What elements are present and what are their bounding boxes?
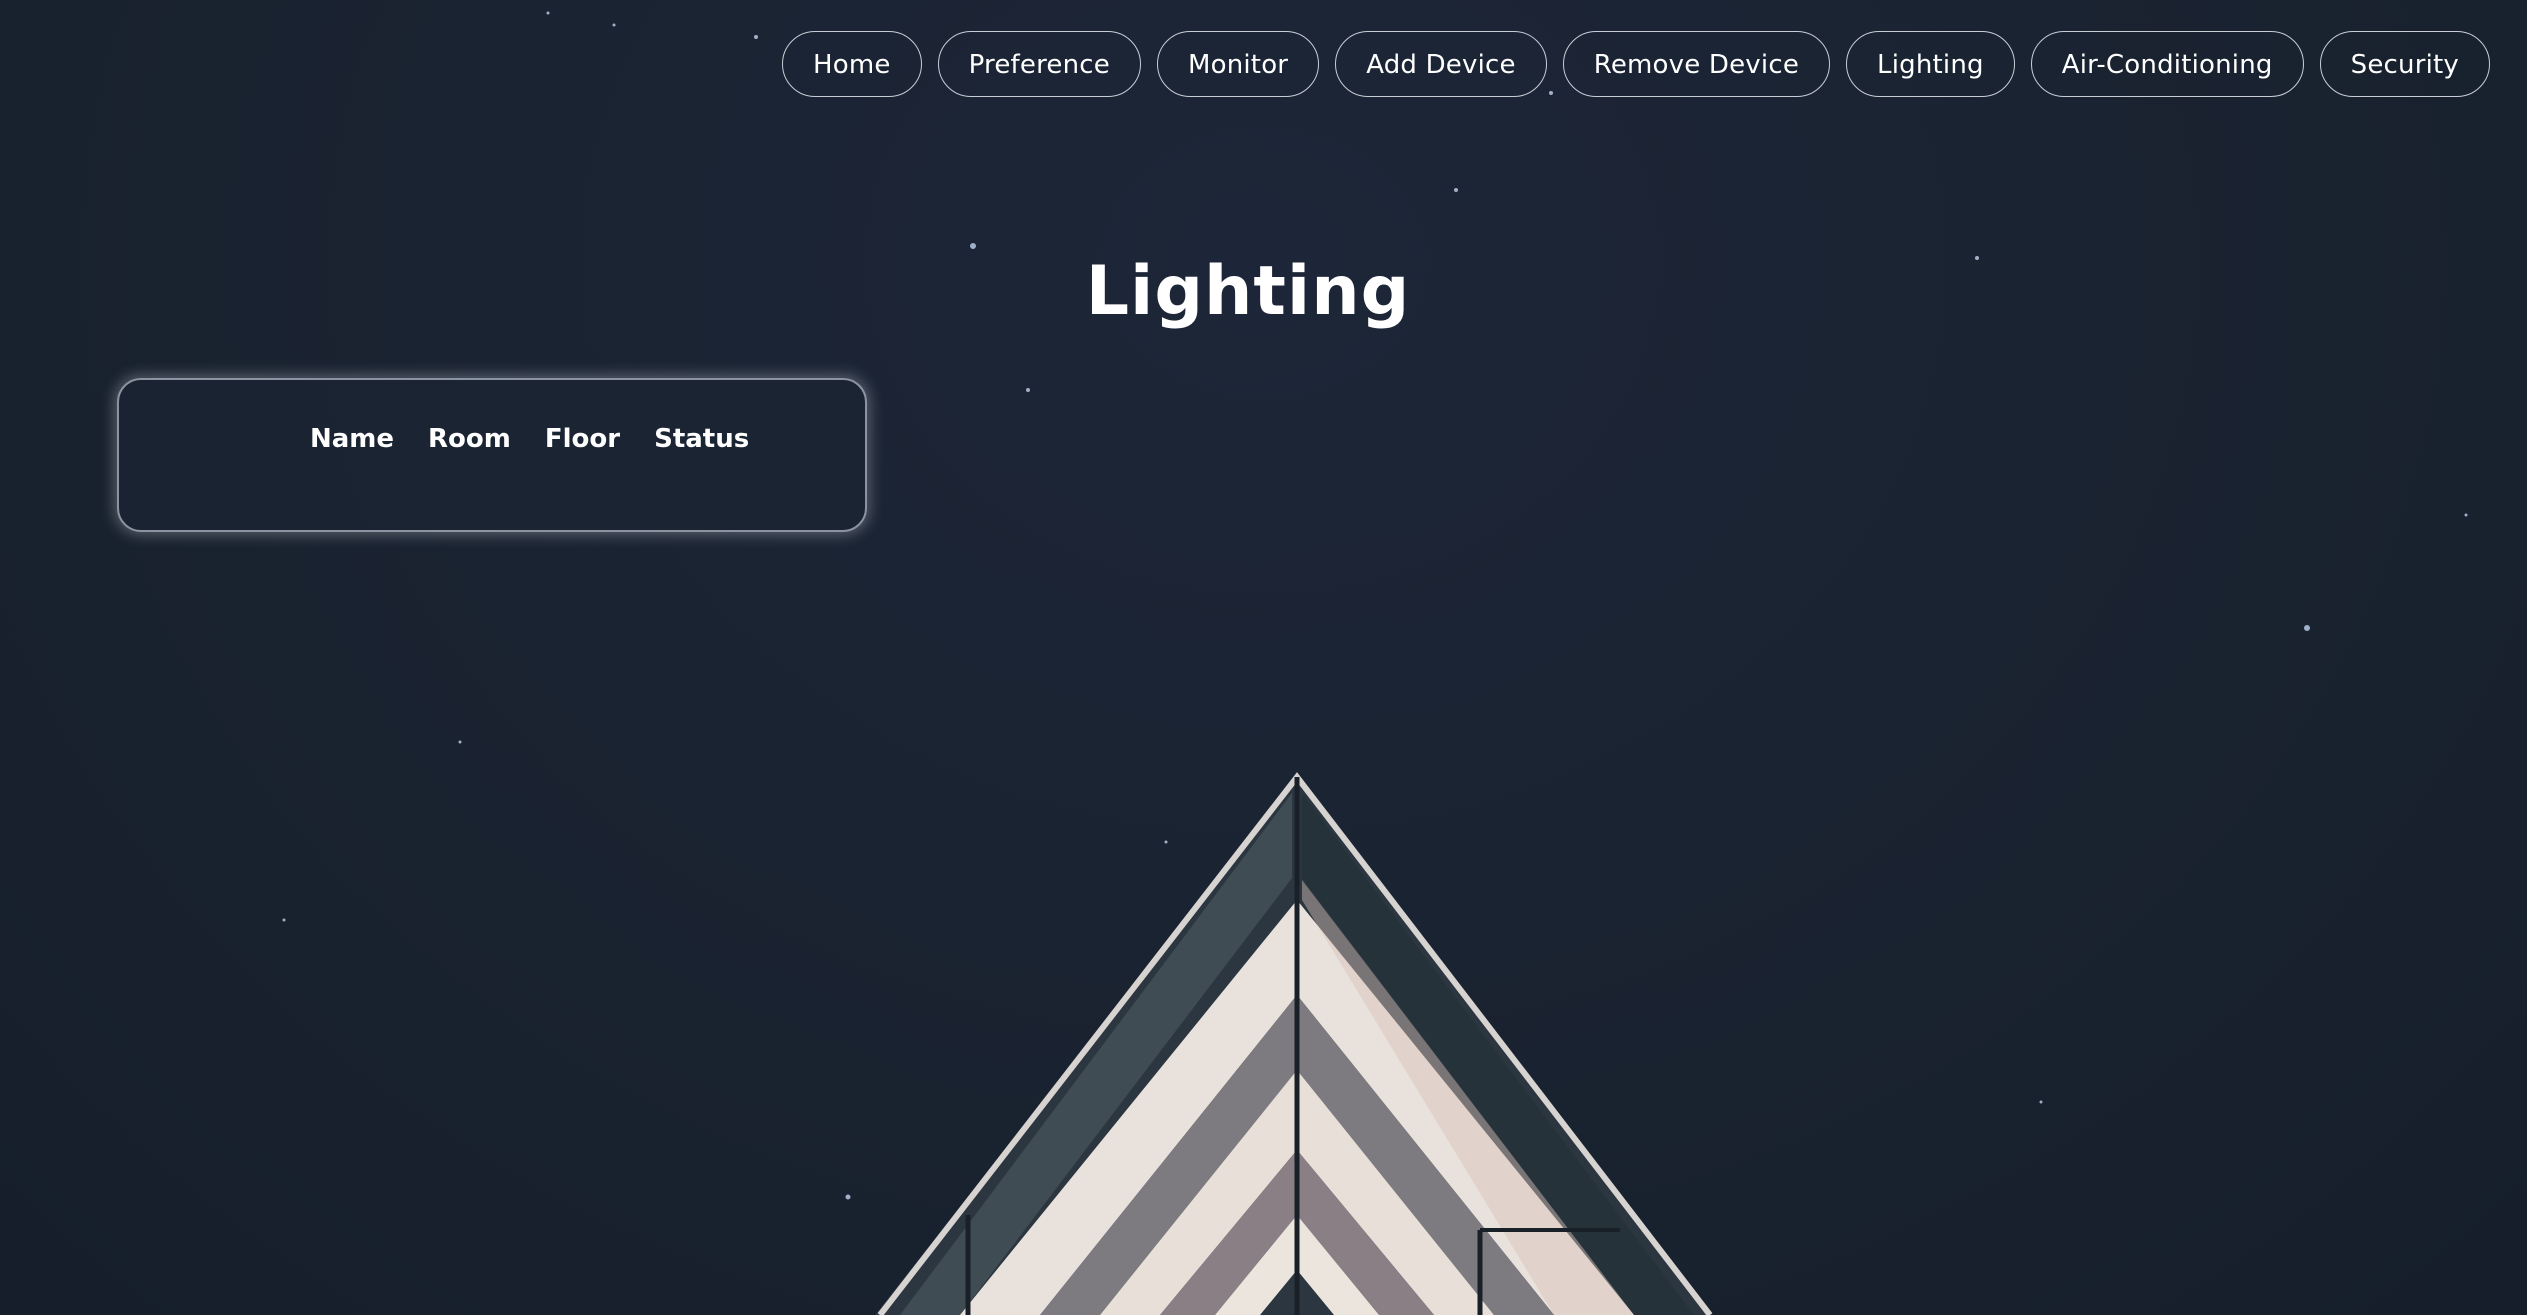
background-image — [282, 11, 2468, 1315]
table-header-row: Name Room Floor Status — [293, 424, 766, 454]
device-panel: Name Room Floor Status — [117, 378, 867, 532]
column-header-room: Room — [428, 424, 511, 454]
nav-security-button[interactable]: Security — [2319, 31, 2490, 97]
column-header-floor: Floor — [544, 424, 621, 454]
top-nav: Home Preference Monitor Add Device Remov… — [781, 31, 2490, 97]
nav-remove-device-button[interactable]: Remove Device — [1562, 31, 1831, 97]
page-title: Lighting — [1085, 252, 1411, 331]
building-apex — [875, 772, 1713, 1315]
device-table: Name Room Floor Status — [293, 424, 766, 454]
column-header-status: Status — [654, 424, 750, 454]
nav-lighting-button[interactable]: Lighting — [1846, 31, 2015, 97]
nav-air-conditioning-button[interactable]: Air-Conditioning — [2030, 31, 2304, 97]
nav-add-device-button[interactable]: Add Device — [1335, 31, 1547, 97]
nav-home-button[interactable]: Home — [781, 31, 922, 97]
nav-preference-button[interactable]: Preference — [937, 31, 1141, 97]
nav-monitor-button[interactable]: Monitor — [1156, 31, 1320, 97]
column-header-name: Name — [310, 424, 395, 454]
page: Home Preference Monitor Add Device Remov… — [0, 0, 2527, 1315]
